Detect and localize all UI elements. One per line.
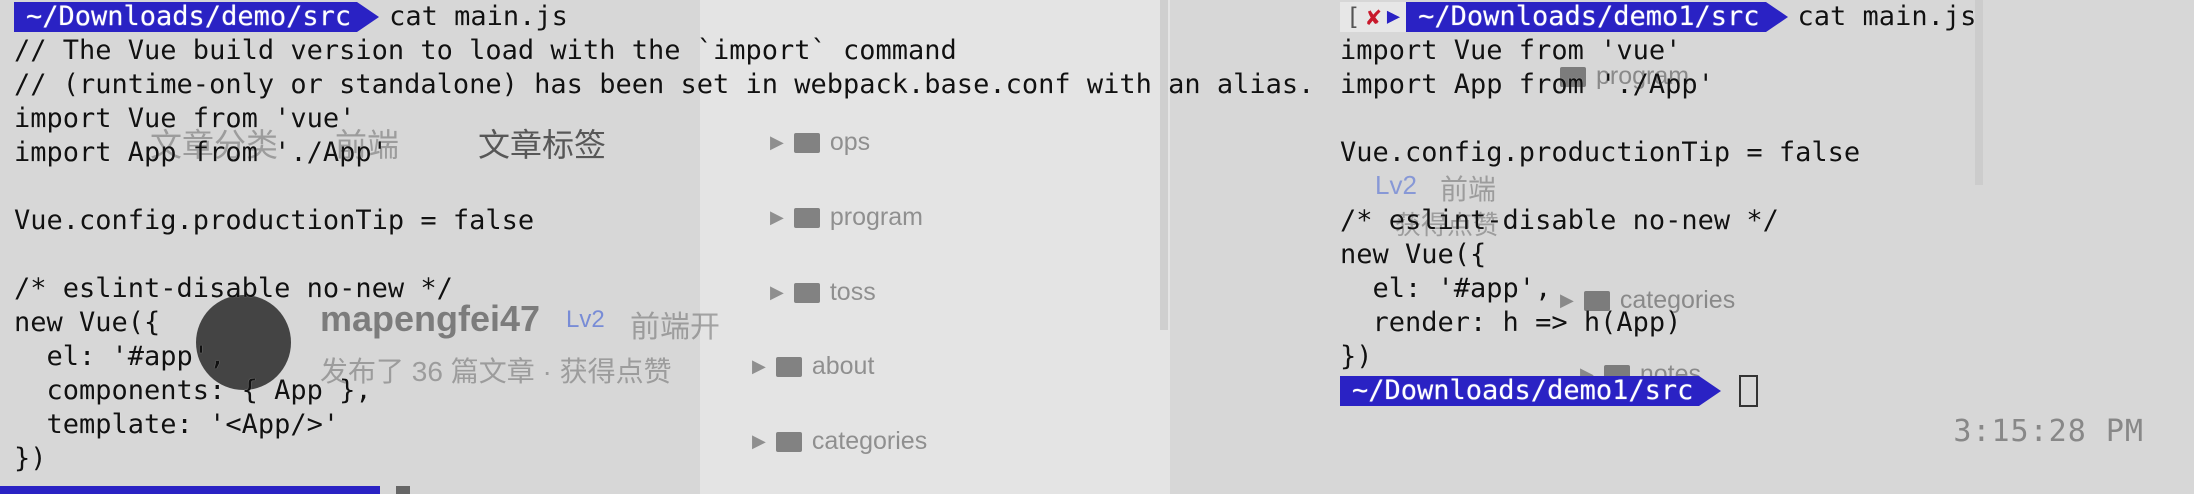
right-code-line: import App from './App' bbox=[1340, 69, 1714, 100]
left-code-line bbox=[0, 238, 1300, 272]
left-next-prompt-segment bbox=[0, 486, 380, 494]
left-code-line bbox=[0, 170, 1300, 204]
left-prompt-path: ~/Downloads/demo/src bbox=[14, 2, 380, 32]
right-code-line: /* eslint-disable no-new */ bbox=[1340, 205, 1779, 236]
right-code-line: new Vue({ bbox=[1340, 239, 1487, 270]
left-code-line: new Vue({ bbox=[14, 307, 161, 338]
clock-display: 3:15:28 PM bbox=[1953, 414, 2144, 449]
left-code-line: }) bbox=[14, 443, 47, 474]
right-code-line: render: h => h(App) bbox=[1340, 307, 1682, 338]
left-prompt-line: ~/Downloads/demo/src cat main.js bbox=[0, 0, 1300, 34]
right-code-line: }) bbox=[1340, 341, 1373, 372]
left-code-line: template: '<App/>' bbox=[14, 409, 340, 440]
left-code-line: el: '#app', bbox=[14, 341, 226, 372]
right-code-line: import Vue from 'vue' bbox=[1340, 35, 1682, 66]
right-code-line bbox=[1330, 170, 2194, 204]
left-command: cat main.js bbox=[389, 1, 568, 32]
left-cursor-indicator bbox=[396, 486, 410, 494]
status-bracket: [ bbox=[1346, 3, 1361, 31]
right-code-line: Vue.config.productionTip = false bbox=[1340, 137, 1861, 168]
left-code-line: /* eslint-disable no-new */ bbox=[14, 273, 453, 304]
left-code-line: import App from './App' bbox=[14, 137, 388, 168]
right-command: cat main.js bbox=[1797, 1, 1977, 32]
left-terminal-pane[interactable]: ~/Downloads/demo/src cat main.js // The … bbox=[0, 0, 1315, 494]
left-code-line: // The Vue build version to load with th… bbox=[14, 35, 957, 66]
right-prompt-status: [ ✘ ▶ bbox=[1340, 2, 1407, 32]
right-prompt-line: [ ✘ ▶ ~/Downloads/demo1/src cat main.js bbox=[1330, 0, 2194, 34]
error-x-icon: ✘ bbox=[1366, 3, 1381, 31]
left-code-line: // (runtime-only or standalone) has been… bbox=[14, 69, 1315, 100]
play-arrow-icon: ▶ bbox=[1386, 4, 1401, 29]
left-code-line: Vue.config.productionTip = false bbox=[14, 205, 535, 236]
left-code-line: components: { App }, bbox=[14, 375, 372, 406]
right-final-prompt-path: ~/Downloads/demo1/src bbox=[1340, 376, 1722, 406]
left-code-line: import Vue from 'vue' bbox=[14, 103, 356, 134]
right-code-line bbox=[1330, 102, 2194, 136]
terminal-cursor[interactable] bbox=[1739, 375, 1759, 407]
right-final-prompt-line[interactable]: ~/Downloads/demo1/src bbox=[1330, 374, 2194, 408]
right-code-line: el: '#app', bbox=[1340, 273, 1552, 304]
right-prompt-path: ~/Downloads/demo1/src bbox=[1406, 2, 1788, 32]
